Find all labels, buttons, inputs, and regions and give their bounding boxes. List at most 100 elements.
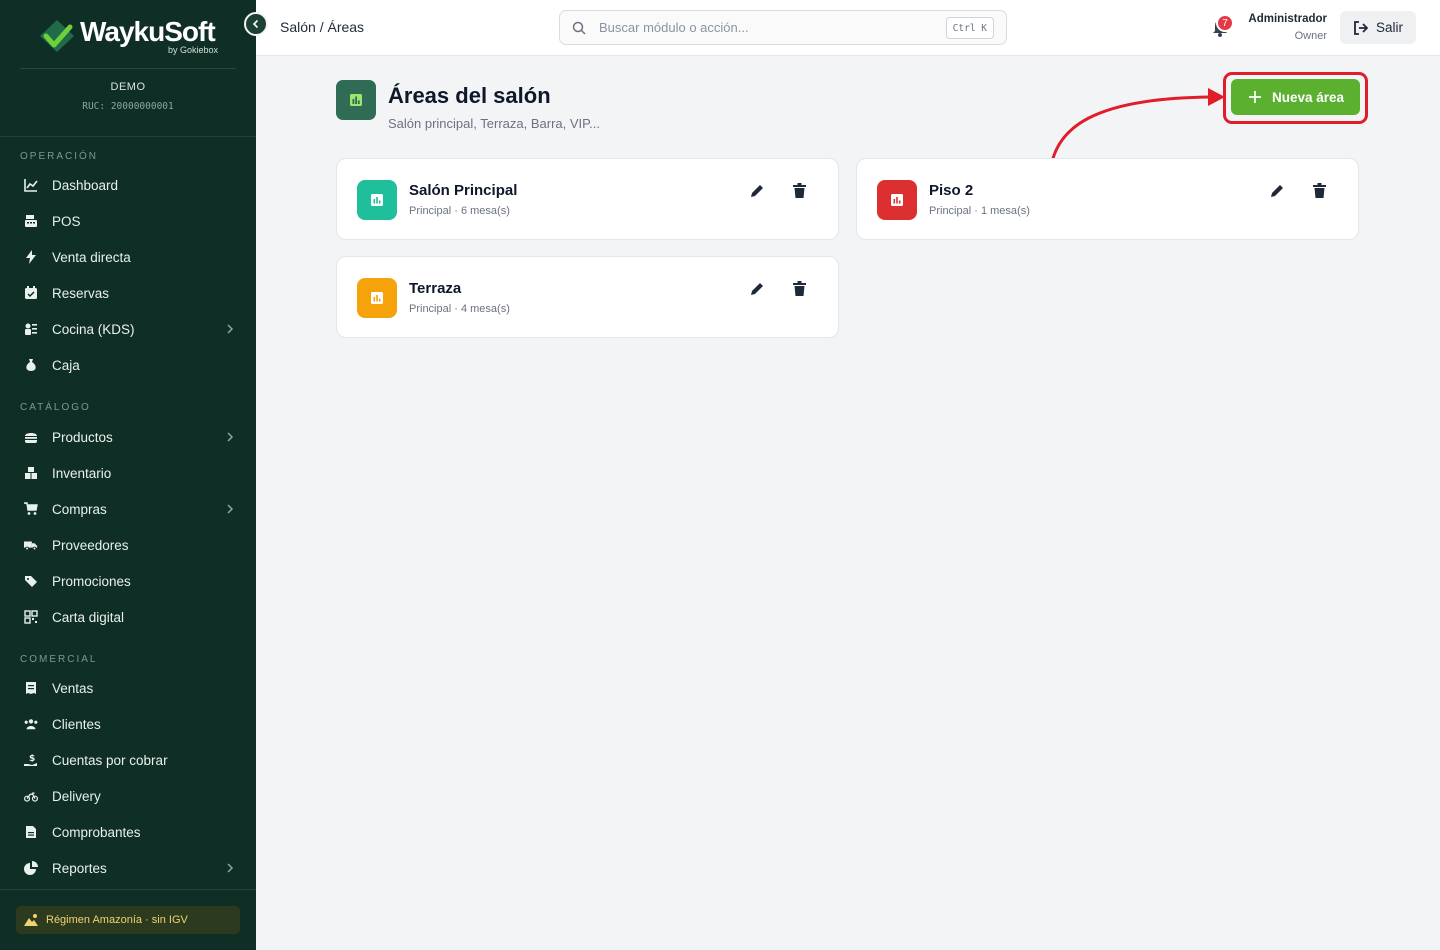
chevron-right-icon: [227, 432, 234, 442]
chevron-right-icon: [227, 504, 234, 514]
pencil-icon[interactable]: [749, 183, 765, 199]
mountain-sun-icon: [24, 914, 38, 926]
file-invoice-icon: [24, 825, 38, 839]
sidebar-item-label: Carta digital: [52, 609, 125, 625]
user-role: Owner: [1294, 30, 1327, 42]
cart-icon: [24, 502, 38, 516]
trash-icon[interactable]: [1313, 183, 1326, 198]
motorcycle-icon: [24, 789, 38, 803]
search-input[interactable]: Buscar módulo o acción... Ctrl K: [559, 10, 1007, 45]
trash-icon[interactable]: [793, 281, 806, 296]
chevron-right-icon: [227, 324, 234, 334]
sidebar-item-label: Ventas: [52, 680, 94, 696]
sidebar-item-label: Inventario: [52, 465, 112, 481]
sidebar-item-ventas[interactable]: Ventas: [10, 671, 246, 705]
sidebar-item-reportes[interactable]: Reportes: [10, 851, 246, 885]
page-title: Áreas del salón: [388, 83, 551, 108]
bar-chart-icon: [371, 194, 383, 206]
sidebar-item-productos[interactable]: Productos: [10, 420, 246, 454]
trash-icon[interactable]: [793, 183, 806, 198]
sidebar-item-label: Promociones: [52, 573, 131, 589]
pencil-icon[interactable]: [1269, 183, 1285, 199]
divider: [0, 889, 256, 890]
truck-icon: [24, 538, 38, 552]
logout-label: Salir: [1376, 20, 1404, 35]
sidebar-item-dashboard[interactable]: Dashboard: [10, 168, 246, 202]
area-card[interactable]: Piso 2 Principal · 1 mesa(s): [856, 158, 1359, 240]
sidebar-item-label: Reportes: [52, 860, 107, 876]
chevron-right-icon: [227, 863, 234, 873]
area-card[interactable]: Salón Principal Principal · 6 mesa(s): [336, 158, 839, 240]
check-logo-icon: [40, 20, 74, 52]
new-area-button[interactable]: Nueva área: [1231, 79, 1360, 115]
sidebar-item-label: Compras: [52, 501, 107, 517]
sidebar: WaykuSoft by Gokiebox DEMO RUC: 20000000…: [0, 0, 256, 950]
sidebar-item-venta-directa[interactable]: Venta directa: [10, 240, 246, 274]
sidebar-item-label: Cocina (KDS): [52, 321, 135, 337]
section-title-operacion: OPERACIÓN: [20, 151, 99, 162]
company-ruc: RUC: 20000000001: [82, 101, 174, 112]
area-name: Piso 2: [929, 182, 974, 199]
sidebar-item-pos[interactable]: POS: [10, 204, 246, 238]
bar-chart-icon: [891, 194, 903, 206]
sidebar-item-cuentas-por-cobrar[interactable]: $ Cuentas por cobrar: [10, 743, 246, 777]
sidebar-item-inventario[interactable]: Inventario: [10, 456, 246, 490]
sidebar-item-label: Dashboard: [52, 177, 119, 193]
area-icon: [877, 180, 917, 220]
cash-register-icon: [24, 214, 38, 228]
bar-chart-icon: [371, 292, 383, 304]
section-title-comercial: COMERCIAL: [20, 654, 98, 665]
sidebar-item-cocina[interactable]: Cocina (KDS): [10, 312, 246, 346]
section-title-catalogo: CATÁLOGO: [20, 402, 91, 413]
receipt-icon: [24, 681, 38, 695]
sidebar-item-label: POS: [52, 213, 81, 229]
company-name: DEMO: [110, 81, 146, 93]
area-icon: [357, 180, 397, 220]
svg-text:$: $: [29, 754, 35, 764]
sidebar-item-label: Venta directa: [52, 249, 131, 265]
sidebar-item-label: Clientes: [52, 716, 101, 732]
sidebar-item-compras[interactable]: Compras: [10, 492, 246, 526]
brand-name: WaykuSoft: [80, 16, 216, 47]
sidebar-item-promociones[interactable]: Promociones: [10, 564, 246, 598]
sidebar-item-clientes[interactable]: Clientes: [10, 707, 246, 741]
bolt-icon: [24, 250, 38, 264]
sidebar-item-label: Delivery: [52, 788, 101, 804]
divider: [0, 136, 256, 137]
sign-out-icon: [1354, 20, 1368, 35]
new-area-label: Nueva área: [1272, 89, 1345, 105]
chart-line-icon: [24, 178, 38, 192]
sidebar-item-proveedores[interactable]: Proveedores: [10, 528, 246, 562]
page-subtitle: Salón principal, Terraza, Barra, VIP...: [388, 116, 600, 131]
sidebar-item-label: Comprobantes: [52, 824, 141, 840]
breadcrumb: Salón / Áreas: [280, 19, 365, 35]
boxes-icon: [24, 466, 38, 480]
sidebar-item-label: Productos: [52, 429, 113, 445]
calendar-check-icon: [24, 286, 38, 300]
brand-byline: by Gokiebox: [167, 45, 218, 55]
divider: [20, 68, 236, 69]
burger-icon: [24, 430, 38, 444]
bar-chart-icon: [350, 94, 362, 106]
sidebar-item-delivery[interactable]: Delivery: [10, 779, 246, 813]
brand-logo[interactable]: WaykuSoft by Gokiebox: [38, 14, 228, 58]
area-icon: [357, 278, 397, 318]
qr-code-icon: [24, 610, 38, 624]
tax-regime-badge: Régimen Amazonía · sin IGV: [16, 906, 240, 934]
tax-regime-label: Régimen Amazonía · sin IGV: [46, 914, 188, 926]
area-card[interactable]: Terraza Principal · 4 mesa(s): [336, 256, 839, 338]
users-icon: [24, 717, 38, 731]
sidebar-item-caja[interactable]: Caja: [10, 348, 246, 382]
sidebar-item-comprobantes[interactable]: Comprobantes: [10, 815, 246, 849]
sidebar-item-label: Cuentas por cobrar: [52, 752, 168, 768]
sidebar-item-carta-digital[interactable]: Carta digital: [10, 600, 246, 634]
logout-button[interactable]: Salir: [1340, 11, 1416, 44]
search-placeholder: Buscar módulo o acción...: [599, 20, 749, 35]
pencil-icon[interactable]: [749, 281, 765, 297]
area-meta: Principal · 6 mesa(s): [409, 205, 510, 217]
area-name: Terraza: [409, 280, 462, 297]
collapse-sidebar-button[interactable]: [244, 12, 268, 36]
area-name: Salón Principal: [409, 182, 518, 199]
sidebar-item-reservas[interactable]: Reservas: [10, 276, 246, 310]
hand-dollar-icon: $: [24, 753, 38, 767]
